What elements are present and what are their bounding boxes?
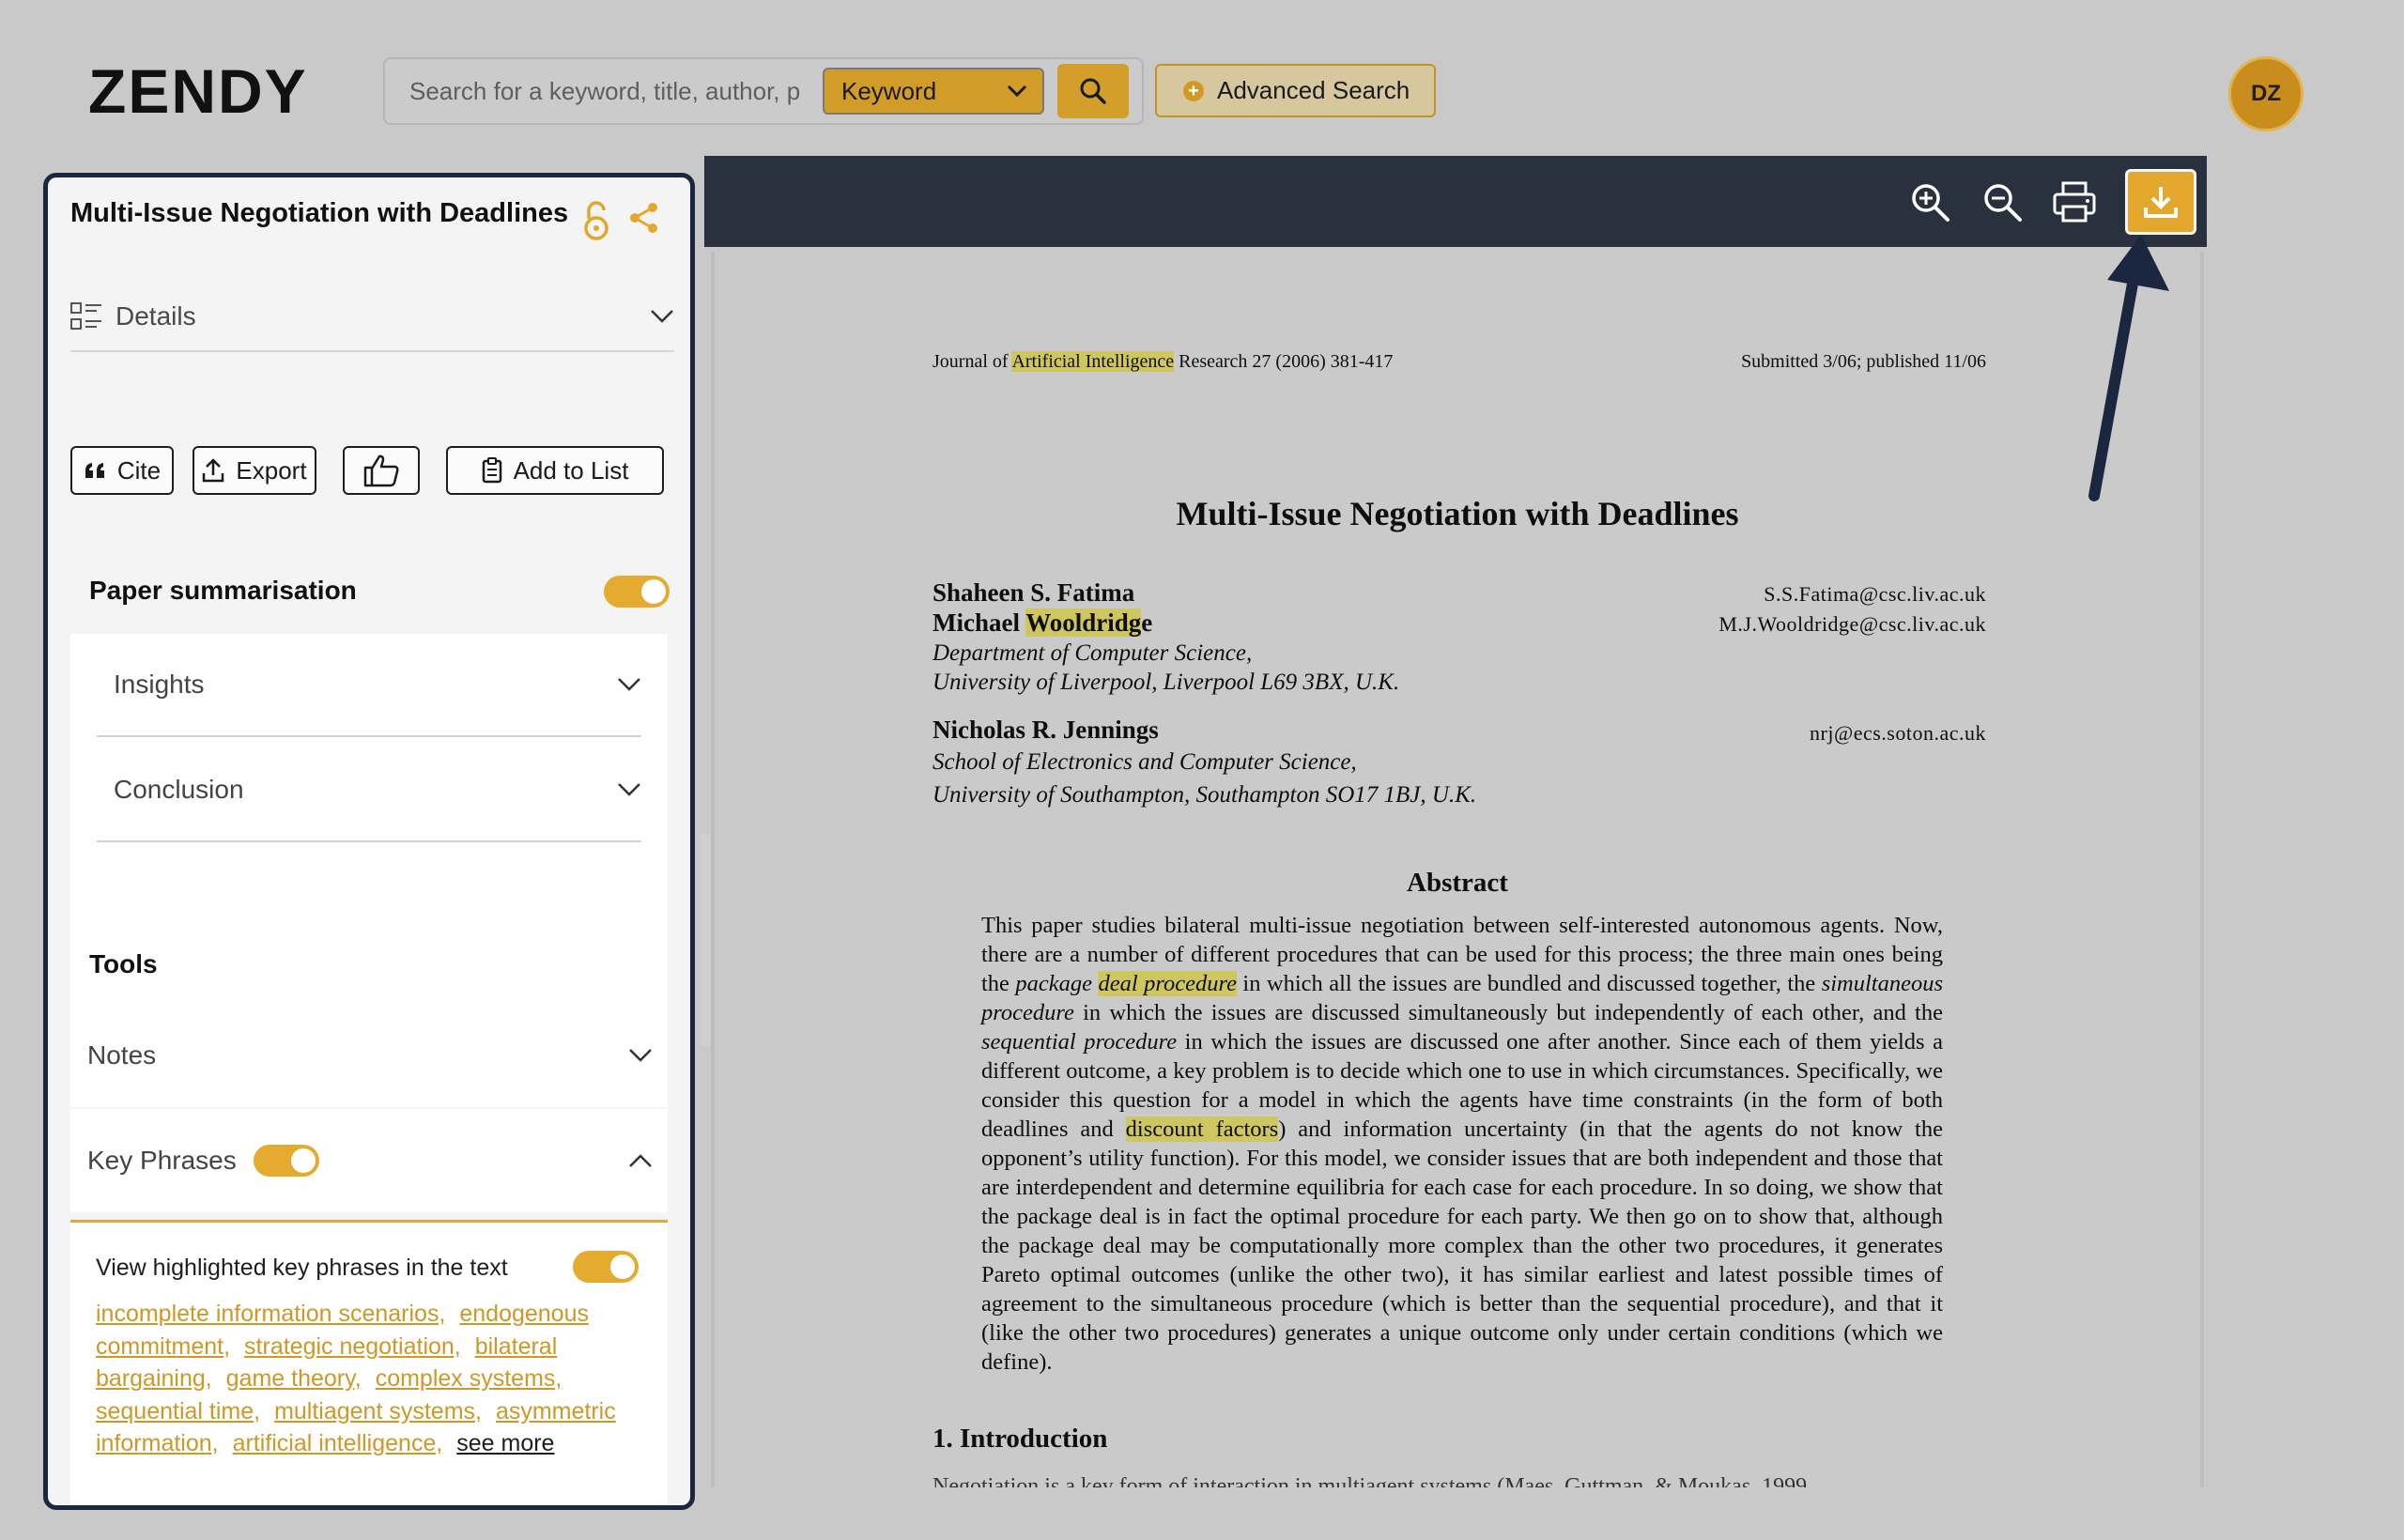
key-phrase-highlight[interactable]: deal procedure bbox=[1098, 971, 1237, 996]
share-icon[interactable] bbox=[629, 202, 659, 234]
chevron-down-icon bbox=[618, 783, 640, 796]
body-text-line: Negotiation is a key form of interaction… bbox=[932, 1474, 1808, 1487]
affiliation-line: Department of Computer Science, bbox=[932, 640, 1253, 666]
key-phrase-highlight[interactable]: discount factors bbox=[1125, 1116, 1279, 1142]
paper-summarisation-heading: Paper summarisation bbox=[89, 576, 357, 605]
key-phrases-toggle[interactable] bbox=[253, 1145, 319, 1177]
advanced-search-label: Advanced Search bbox=[1217, 76, 1410, 104]
abstract-heading: Abstract bbox=[1407, 868, 1508, 898]
affiliation-line: University of Liverpool, Liverpool L69 3… bbox=[932, 670, 1400, 695]
key-phrase-highlight[interactable]: Artificial Intelligence bbox=[1011, 351, 1175, 372]
print-icon bbox=[2053, 181, 2096, 223]
key-phrase-link[interactable]: game theory, bbox=[226, 1365, 362, 1392]
conclusion-label: Conclusion bbox=[114, 775, 244, 804]
paper-title: Multi-Issue Negotiation with Deadlines bbox=[1176, 495, 1739, 532]
paper-summarisation-toggle[interactable] bbox=[604, 576, 670, 608]
pdf-page: Journal of Artificial Intelligence Resea… bbox=[711, 252, 2204, 1487]
key-phrases-accordion[interactable]: Key Phrases bbox=[70, 1109, 668, 1212]
key-phrases-label: Key Phrases bbox=[87, 1146, 237, 1175]
details-accordion[interactable]: Details bbox=[70, 283, 674, 352]
search-button[interactable] bbox=[1057, 64, 1129, 118]
download-button[interactable] bbox=[2125, 169, 2196, 235]
conclusion-accordion[interactable]: Conclusion bbox=[97, 739, 641, 842]
notes-accordion[interactable]: Notes bbox=[70, 1004, 668, 1107]
upload-icon bbox=[203, 458, 224, 483]
insights-accordion[interactable]: Insights bbox=[97, 634, 641, 737]
thumbs-up-icon bbox=[363, 454, 399, 487]
zoom-in-icon bbox=[1912, 184, 1949, 222]
zoom-out-button[interactable] bbox=[1979, 178, 2026, 225]
key-phrase-link[interactable]: multiagent systems, bbox=[274, 1398, 482, 1424]
key-phrase-link[interactable]: strategic negotiation, bbox=[244, 1333, 461, 1360]
logo-text: ZENDY bbox=[88, 62, 308, 116]
clipboard-icon bbox=[482, 457, 501, 484]
author-name: Michael Wooldridge bbox=[932, 608, 1153, 637]
view-highlighted-toggle[interactable] bbox=[573, 1251, 639, 1283]
author-email: S.S.Fatima@csc.liv.ac.uk bbox=[1764, 582, 1986, 606]
add-to-list-label: Add to List bbox=[513, 455, 629, 485]
view-highlighted-label: View highlighted key phrases in the text bbox=[96, 1255, 508, 1281]
search-input[interactable] bbox=[409, 59, 821, 123]
advanced-search-button[interactable]: + Advanced Search bbox=[1155, 64, 1436, 117]
quote-icon bbox=[85, 463, 104, 478]
zendy-logo[interactable]: ZENDY bbox=[88, 56, 332, 126]
affiliation-line: University of Southampton, Southampton S… bbox=[932, 782, 1477, 808]
zoom-out-icon bbox=[1984, 184, 2022, 222]
see-more-link[interactable]: see more bbox=[456, 1430, 554, 1456]
chevron-down-icon bbox=[618, 678, 640, 691]
search-bar: Keyword bbox=[383, 57, 1144, 125]
chevron-down-icon bbox=[1008, 85, 1027, 98]
document-side-panel: Multi-Issue Negotiation with Deadlines D… bbox=[43, 173, 695, 1510]
search-mode-value: Keyword bbox=[841, 76, 937, 105]
author-name: Shaheen S. Fatima bbox=[932, 578, 1135, 607]
tools-heading: Tools bbox=[89, 949, 158, 978]
zoom-in-button[interactable] bbox=[1906, 178, 1953, 225]
panel-title: Multi-Issue Negotiation with Deadlines bbox=[70, 198, 569, 228]
search-icon bbox=[1080, 78, 1106, 104]
abstract-text: This paper studies bilateral multi-issue… bbox=[981, 913, 1944, 1375]
key-phrase-link[interactable]: sequential time, bbox=[96, 1398, 260, 1424]
cite-button[interactable]: Cite bbox=[70, 446, 174, 495]
submission-dates: Submitted 3/06; published 11/06 bbox=[1741, 351, 1986, 372]
plus-circle-icon: + bbox=[1183, 80, 1204, 101]
notes-label: Notes bbox=[87, 1040, 157, 1070]
key-phrase-highlight[interactable]: Wooldridg bbox=[1025, 608, 1142, 637]
download-icon bbox=[2144, 187, 2178, 218]
chevron-down-icon bbox=[629, 1049, 652, 1062]
print-button[interactable] bbox=[2051, 178, 2098, 225]
add-to-list-button[interactable]: Add to List bbox=[446, 446, 664, 495]
search-mode-select[interactable]: Keyword bbox=[823, 68, 1045, 115]
export-label: Export bbox=[236, 455, 307, 485]
author-name: Nicholas R. Jennings bbox=[932, 716, 1159, 744]
user-avatar[interactable]: DZ bbox=[2228, 56, 2304, 131]
insights-label: Insights bbox=[114, 670, 205, 699]
affiliation-line: School of Electronics and Computer Scien… bbox=[932, 749, 1357, 775]
key-phrase-link[interactable]: incomplete information scenarios, bbox=[96, 1301, 445, 1327]
journal-header: Journal of Artificial Intelligence Resea… bbox=[932, 351, 1394, 372]
key-phrase-link[interactable]: artificial intelligence, bbox=[233, 1430, 443, 1456]
export-button[interactable]: Export bbox=[193, 446, 316, 495]
open-access-lock-icon bbox=[584, 201, 609, 240]
avatar-initials: DZ bbox=[2251, 81, 2281, 106]
key-phrase-list: incomplete information scenarios, endoge… bbox=[96, 1298, 622, 1460]
chevron-down-icon bbox=[651, 310, 673, 323]
cite-label: Cite bbox=[116, 455, 162, 485]
chevron-up-icon bbox=[629, 1154, 652, 1167]
summarisation-card: Insights Conclusion bbox=[70, 634, 668, 1066]
action-buttons: Cite Export Add to List bbox=[70, 446, 664, 495]
author-email: M.J.Wooldridge@csc.liv.ac.uk bbox=[1718, 612, 1986, 636]
details-list-icon bbox=[70, 302, 101, 330]
key-phrases-header: Key Phrases bbox=[87, 1145, 319, 1177]
key-phrases-panel: View highlighted key phrases in the text… bbox=[70, 1220, 668, 1505]
pdf-toolbar bbox=[704, 156, 2207, 247]
author-email: nrj@ecs.soton.ac.uk bbox=[1810, 721, 1986, 745]
details-label: Details bbox=[116, 301, 196, 331]
section-heading: 1. Introduction bbox=[932, 1424, 1108, 1454]
key-phrase-link[interactable]: complex systems, bbox=[376, 1365, 562, 1392]
like-button[interactable] bbox=[343, 446, 420, 495]
annotation-arrow bbox=[2088, 235, 2169, 501]
